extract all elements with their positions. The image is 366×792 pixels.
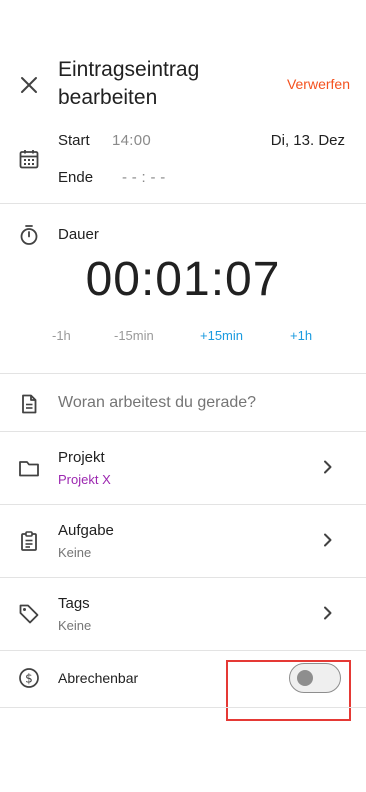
task-value: Keine: [58, 545, 92, 560]
task-label[interactable]: Aufgabe: [58, 522, 114, 539]
svg-text:$: $: [25, 672, 33, 686]
close-button[interactable]: [16, 72, 42, 98]
folder-icon: [19, 461, 39, 477]
start-label: Start: [58, 132, 90, 149]
billable-label: Abrechenbar: [58, 670, 139, 686]
divider: [0, 504, 366, 505]
chevron-right-icon[interactable]: [320, 459, 336, 475]
minus-15min-button[interactable]: -15min: [114, 328, 154, 343]
duration-display: 00:01:07: [85, 253, 281, 306]
plus-1h-button[interactable]: +1h: [290, 328, 312, 343]
duration-label: Dauer: [58, 226, 99, 243]
plus-15min-button[interactable]: +15min: [200, 328, 243, 343]
dollar-icon: $: [19, 668, 39, 688]
project-label[interactable]: Projekt: [58, 449, 105, 466]
divider: [0, 577, 366, 578]
minus-1h-button[interactable]: -1h: [52, 328, 71, 343]
clipboard-icon: [21, 531, 37, 551]
divider: [0, 373, 366, 374]
chevron-right-icon[interactable]: [320, 605, 336, 621]
project-value: Projekt X: [58, 472, 111, 487]
divider: [0, 650, 366, 651]
start-date[interactable]: Di, 13. Dez: [271, 132, 345, 149]
divider: [0, 431, 366, 432]
timer-icon: [20, 225, 38, 245]
calendar-icon: [19, 150, 39, 169]
chevron-right-icon[interactable]: [320, 532, 336, 548]
tags-label[interactable]: Tags: [58, 595, 90, 612]
header: Eintragseintrag bearbeiten Verwerfen: [0, 0, 366, 118]
discard-button[interactable]: Verwerfen: [287, 76, 350, 92]
end-time[interactable]: - - : - -: [122, 169, 166, 186]
document-icon: [22, 394, 37, 414]
end-label: Ende: [58, 169, 94, 186]
divider: [0, 707, 366, 708]
tags-value: Keine: [58, 618, 92, 633]
highlight-box: [226, 660, 351, 721]
tag-icon: [19, 604, 39, 624]
divider: [0, 203, 366, 204]
start-time[interactable]: 14:00: [112, 132, 151, 149]
page-title: Eintragseintrag bearbeiten: [58, 58, 200, 109]
close-icon: [21, 77, 37, 93]
description-input[interactable]: Woran arbeitest du gerade?: [58, 394, 256, 412]
